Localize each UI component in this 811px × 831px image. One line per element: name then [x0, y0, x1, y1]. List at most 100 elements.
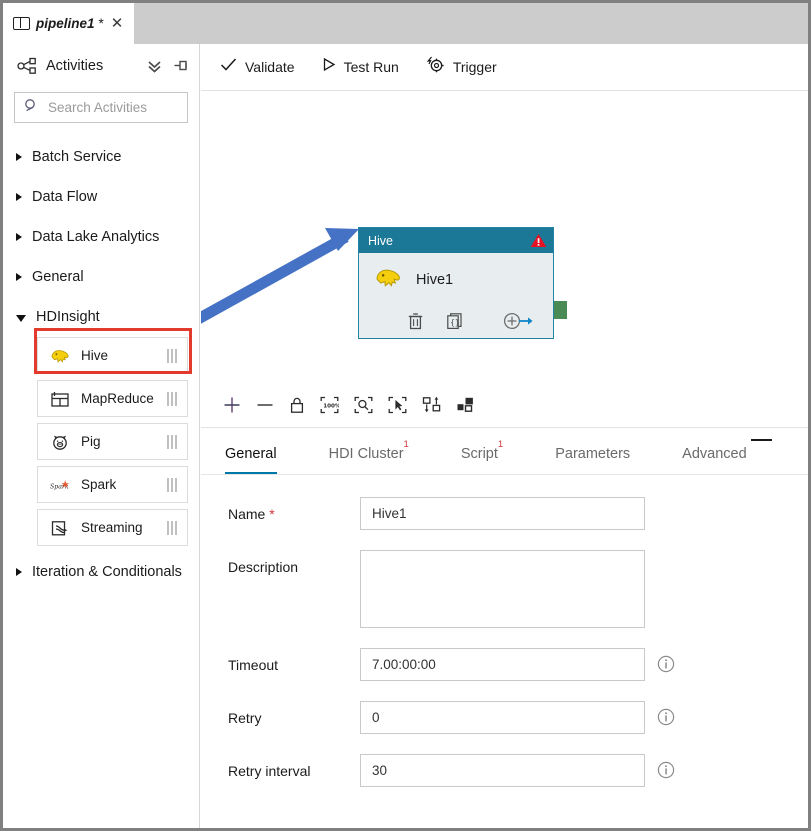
tree-group-label: Data Flow: [32, 189, 98, 205]
validate-button[interactable]: Validate: [220, 57, 295, 77]
tree-group-iteration-conditionals[interactable]: Iteration & Conditionals: [3, 552, 199, 592]
auto-layout-icon[interactable]: [456, 396, 475, 414]
tree-group-hdinsight[interactable]: HDInsight: [3, 297, 199, 337]
activity-item-mapreduce[interactable]: MapReduce: [37, 380, 188, 417]
tab-parameters-label: Parameters: [555, 446, 631, 462]
drag-handle-icon[interactable]: [167, 434, 179, 449]
double-chevron-down-icon[interactable]: [145, 57, 163, 75]
description-control: [360, 550, 645, 628]
tab-general[interactable]: General: [225, 446, 303, 474]
field-row-timeout: Timeout: [201, 648, 808, 681]
tree-group-label: General: [32, 269, 84, 285]
zoom-out-icon[interactable]: [256, 396, 274, 414]
activity-item-spark[interactable]: Spark Spark: [37, 466, 188, 503]
retry-interval-label: Retry interval: [228, 763, 311, 779]
test-run-label: Test Run: [343, 59, 399, 75]
auto-align-icon[interactable]: [422, 396, 441, 414]
info-icon[interactable]: [657, 708, 675, 731]
tab-advanced-label: Advanced: [682, 446, 747, 462]
trigger-gear-icon: [426, 56, 445, 78]
activities-share-icon: [17, 57, 37, 75]
svg-text:100%: 100%: [323, 403, 339, 409]
activity-item-streaming[interactable]: Streaming: [37, 509, 188, 546]
tree-group-data-lake-analytics[interactable]: Data Lake Analytics: [3, 217, 199, 257]
tab-strip: pipeline1 * ✕: [3, 3, 808, 44]
drag-handle-icon[interactable]: [167, 348, 179, 363]
zoom-in-icon[interactable]: [223, 396, 241, 414]
field-row-retry-interval: Retry interval: [201, 754, 808, 787]
svg-text:{}: {}: [450, 318, 460, 327]
node-name-label: Hive1: [416, 272, 454, 288]
retry-input[interactable]: [360, 701, 645, 734]
tree-group-data-flow[interactable]: Data Flow: [3, 177, 199, 217]
node-header: Hive: [359, 228, 553, 253]
zoom-100-icon[interactable]: 100%: [320, 396, 339, 414]
activity-item-label: MapReduce: [81, 391, 154, 406]
activity-item-label: Spark: [81, 477, 117, 492]
info-icon[interactable]: [657, 761, 675, 784]
node-body: Hive1 {}: [359, 253, 553, 339]
pipeline-node-hive1[interactable]: Hive Hive1 {}: [358, 227, 554, 339]
description-textarea[interactable]: [360, 550, 645, 628]
drag-handle-icon[interactable]: [167, 477, 179, 492]
chevron-down-icon: [16, 314, 26, 322]
tree-group-general[interactable]: General: [3, 257, 199, 297]
search-input[interactable]: [46, 99, 199, 116]
info-icon[interactable]: [657, 655, 675, 678]
tab-hdi-cluster-label: HDI Cluster: [328, 446, 404, 462]
activity-item-label: Pig: [81, 434, 101, 449]
name-label: Name: [228, 506, 266, 522]
tab-hdi-cluster[interactable]: HDI Cluster1: [328, 439, 435, 474]
activity-properties-panel: General HDI Cluster1 Script1 Parameters …: [201, 428, 808, 828]
zoom-fit-icon[interactable]: [354, 396, 373, 414]
tree-group-label: Data Lake Analytics: [32, 229, 160, 245]
trash-icon[interactable]: [407, 312, 424, 330]
drag-handle-icon[interactable]: [167, 391, 179, 406]
test-run-button[interactable]: Test Run: [322, 57, 399, 77]
search-activities-box[interactable]: [14, 92, 199, 123]
general-form: Name * Description Timeout: [201, 475, 808, 787]
activity-item-hive[interactable]: Hive: [37, 337, 188, 374]
search-icon: [24, 98, 39, 118]
retry-interval-control: [360, 754, 675, 787]
activity-item-label: Streaming: [81, 520, 143, 535]
trigger-label: Trigger: [452, 59, 497, 75]
lock-icon[interactable]: [289, 396, 305, 414]
tab-advanced[interactable]: Advanced: [682, 446, 773, 474]
tree-group-label: Batch Service: [32, 149, 122, 165]
retry-interval-input[interactable]: [360, 754, 645, 787]
tree-group-batch-service[interactable]: Batch Service: [3, 137, 199, 177]
play-icon: [322, 57, 336, 77]
tab-script[interactable]: Script1: [460, 439, 529, 474]
timeout-input[interactable]: [360, 648, 645, 681]
drag-handle-icon[interactable]: [167, 520, 179, 535]
cursor-select-icon[interactable]: [388, 396, 407, 414]
activities-panel-header: Activities: [3, 44, 199, 88]
tab-general-label: General: [225, 446, 277, 462]
tab-hdi-cluster-badge: 1: [403, 439, 409, 451]
spark-icon: Spark: [49, 475, 71, 495]
tab-script-label: Script: [460, 446, 498, 462]
activities-panel: Activities Search Activities Batch Servi…: [3, 44, 200, 828]
trigger-button[interactable]: Trigger: [426, 56, 497, 78]
activity-item-pig[interactable]: Pig: [37, 423, 188, 460]
node-output-handle[interactable]: [554, 301, 567, 319]
adf-pipeline-editor: pipeline1 * ✕ Activities Search Activiti…: [0, 0, 811, 831]
activities-panel-title: Activities: [46, 58, 104, 74]
error-warning-triangle-icon[interactable]: [530, 233, 547, 248]
close-icon[interactable]: ✕: [111, 16, 124, 31]
canvas-toolbar: 100%: [201, 383, 808, 427]
collapse-panel-icon[interactable]: [751, 439, 772, 441]
retry-label: Retry: [228, 710, 262, 726]
pin-icon[interactable]: [172, 57, 190, 75]
timeout-control: [360, 648, 675, 681]
pipeline-canvas[interactable]: Hive Hive1 {} 100%: [201, 91, 808, 428]
code-brackets-icon[interactable]: {}: [446, 312, 464, 330]
activities-tree: Batch Service Data Flow Data Lake Analyt…: [3, 137, 199, 592]
name-input[interactable]: [360, 497, 645, 530]
tab-pipeline1[interactable]: pipeline1 * ✕: [3, 3, 134, 44]
tab-parameters[interactable]: Parameters: [555, 446, 656, 474]
add-arrow-icon[interactable]: [503, 312, 533, 330]
field-row-retry: Retry: [201, 701, 808, 734]
field-row-name: Name *: [201, 497, 808, 530]
